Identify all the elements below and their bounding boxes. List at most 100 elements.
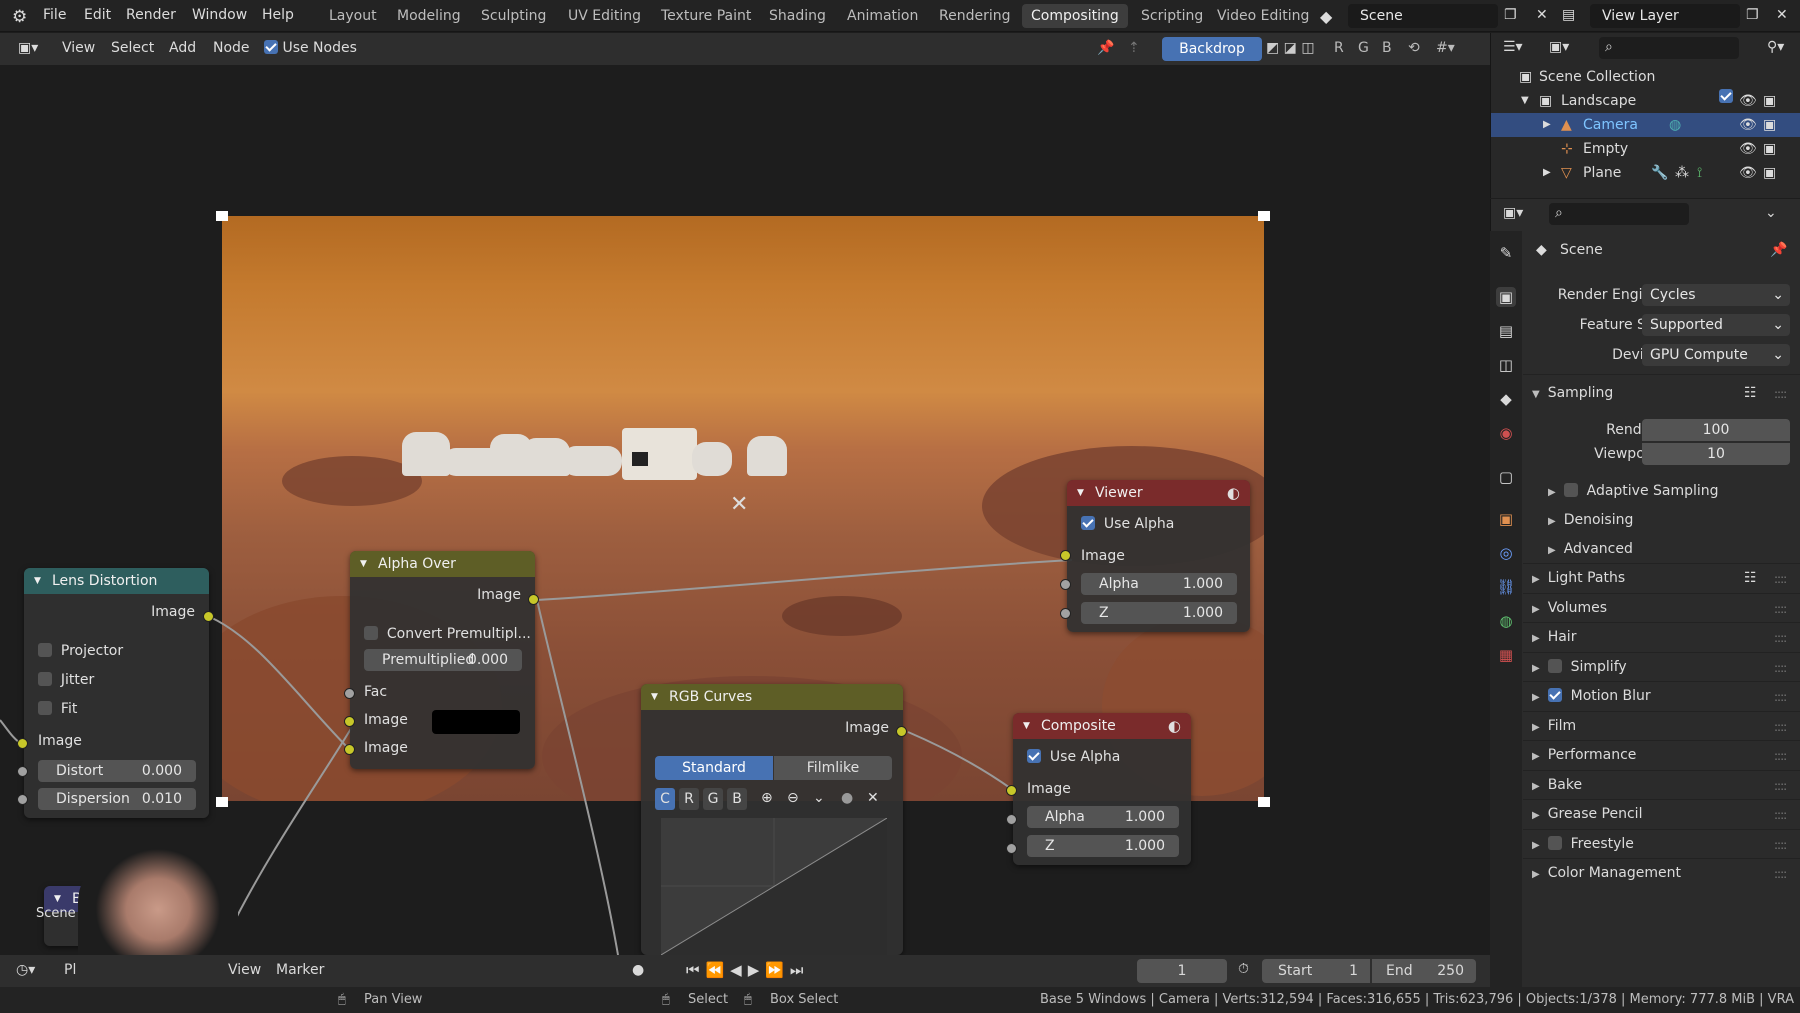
- vertex-groups-icon[interactable]: ⟟: [1697, 161, 1702, 185]
- outliner-item-plane[interactable]: ▶ ▽ Plane 🔧 ⁂ ⟟ 👁 ▣: [1491, 161, 1800, 185]
- socket-viewer-alpha[interactable]: [1060, 579, 1071, 590]
- filter-mode-icon[interactable]: ▣▾: [1549, 39, 1569, 55]
- node-header[interactable]: Lens Distortion: [24, 568, 209, 594]
- clipping-icon[interactable]: ●: [841, 790, 853, 806]
- panel-freestyle[interactable]: ▶ Freestyle: [1532, 836, 1634, 852]
- physics-tab-icon[interactable]: ◎: [1496, 543, 1516, 563]
- camera-render-icon[interactable]: ▣: [1763, 89, 1776, 113]
- viewport-samples-field[interactable]: 10: [1642, 443, 1790, 465]
- node-viewer[interactable]: Viewer ◐ Use Alpha Image Alpha1.000 Z1.0…: [1067, 480, 1250, 632]
- outliner-item-empty[interactable]: ⊹ Empty 👁 ▣: [1491, 137, 1800, 161]
- render-engine-dropdown[interactable]: Cycles ⌄: [1642, 284, 1790, 306]
- chevron-down-icon[interactable]: ⌄: [1765, 205, 1777, 221]
- render-samples-field[interactable]: 100: [1642, 419, 1790, 441]
- node-composite[interactable]: Composite ◐ Use Alpha Image Alpha1.000 Z…: [1013, 713, 1191, 865]
- distort-field[interactable]: Distort 0.000: [38, 760, 196, 782]
- convert-premultiplied-checkbox[interactable]: Convert Premultipl...: [364, 626, 531, 642]
- node-lens-distortion[interactable]: Lens Distortion Image Projector Jitter F…: [24, 568, 209, 818]
- socket-rgb-out[interactable]: [896, 726, 907, 737]
- alpha-field[interactable]: Alpha 1.000: [1081, 573, 1237, 595]
- standard-tab[interactable]: Standard: [655, 756, 773, 780]
- socket-viewer-z[interactable]: [1060, 608, 1071, 619]
- tool-tab-icon[interactable]: ✎: [1496, 243, 1516, 263]
- stopwatch-icon[interactable]: ⏱: [1238, 961, 1249, 977]
- panel-color-management[interactable]: ▶ Color Management: [1532, 865, 1681, 881]
- jitter-checkbox[interactable]: Jitter: [38, 672, 94, 688]
- menu-marker[interactable]: Marker: [276, 962, 324, 978]
- new-scene-icon[interactable]: ❐: [1504, 7, 1517, 23]
- editor-type-icon[interactable]: ▣▾: [1503, 205, 1523, 221]
- premultiplied-field[interactable]: Premultiplied 0.000: [364, 649, 522, 671]
- playback-menu[interactable]: Pl: [64, 962, 76, 978]
- camera-render-icon[interactable]: ▣: [1763, 137, 1776, 161]
- view-layer-field[interactable]: View Layer: [1590, 4, 1740, 28]
- panel-hair[interactable]: ▶ Hair: [1532, 629, 1576, 645]
- z-field[interactable]: Z 1.000: [1027, 835, 1179, 857]
- playback-controls-icon[interactable]: ⏮⏪◀▶⏩⏭: [686, 961, 809, 979]
- filmlike-tab[interactable]: Filmlike: [774, 756, 892, 780]
- socket-alpha-in2[interactable]: [344, 744, 355, 755]
- subpanel-adaptive[interactable]: ▶ Adaptive Sampling: [1548, 483, 1719, 499]
- object-tab-icon[interactable]: ▣: [1496, 509, 1516, 529]
- reset-icon[interactable]: ✕: [867, 790, 879, 806]
- start-frame-field[interactable]: Start 1: [1262, 959, 1370, 983]
- z-field[interactable]: Z 1.000: [1081, 602, 1237, 624]
- panel-simplify[interactable]: ▶ Simplify: [1532, 659, 1627, 675]
- camera-render-icon[interactable]: ▣: [1763, 113, 1776, 137]
- channel-b-button[interactable]: B: [727, 788, 747, 810]
- channel-c-button[interactable]: C: [655, 788, 675, 810]
- presets-icon[interactable]: ☷: [1744, 385, 1757, 401]
- socket-composite-z[interactable]: [1006, 843, 1017, 854]
- channel-r-button[interactable]: R: [679, 788, 699, 810]
- socket-viewer-image[interactable]: [1060, 550, 1071, 561]
- curve-graph[interactable]: [661, 818, 887, 955]
- socket-lens-in[interactable]: [17, 738, 28, 749]
- socket-dispersion[interactable]: [17, 794, 28, 805]
- view-layer-tab-icon[interactable]: ◫: [1496, 355, 1516, 375]
- color-swatch[interactable]: [432, 710, 520, 734]
- camera-data-icon[interactable]: ◍: [1669, 113, 1681, 137]
- texture-tab-icon[interactable]: ▦: [1496, 645, 1516, 665]
- zoom-in-icon[interactable]: ⊕: [761, 790, 773, 806]
- composite-toggle-icon[interactable]: ◐: [1168, 717, 1181, 735]
- panel-grease-pencil[interactable]: ▶ Grease Pencil: [1532, 806, 1642, 822]
- menu-view[interactable]: View: [228, 962, 261, 978]
- record-icon[interactable]: ●: [632, 962, 644, 978]
- end-frame-field[interactable]: End 250: [1372, 959, 1476, 983]
- channel-g-button[interactable]: G: [703, 788, 723, 810]
- node-header[interactable]: Alpha Over: [350, 551, 535, 577]
- socket-distort[interactable]: [17, 766, 28, 777]
- panel-light-paths[interactable]: ▶ Light Paths: [1532, 570, 1625, 586]
- socket-composite-alpha[interactable]: [1006, 814, 1017, 825]
- drag-handle-icon[interactable]: ::::: [1774, 387, 1792, 401]
- fit-checkbox[interactable]: Fit: [38, 701, 77, 717]
- node-header[interactable]: RGB Curves: [641, 684, 903, 710]
- camera-render-icon[interactable]: ▣: [1763, 161, 1776, 185]
- socket-alpha-in1[interactable]: [344, 716, 355, 727]
- feature-set-dropdown[interactable]: Supported ⌄: [1642, 314, 1790, 336]
- panel-performance[interactable]: ▶ Performance: [1532, 747, 1636, 763]
- socket-lens-out[interactable]: [203, 611, 214, 622]
- scene-tab-icon[interactable]: ◆: [1496, 389, 1516, 409]
- eye-icon[interactable]: 👁: [1739, 161, 1757, 185]
- chevron-down-icon[interactable]: ⌄: [813, 790, 825, 806]
- constraints-tab-icon[interactable]: ⛓: [1496, 577, 1516, 597]
- socket-alpha-out[interactable]: [528, 594, 539, 605]
- data-tab-icon[interactable]: ◍: [1496, 611, 1516, 631]
- outliner-scene-collection[interactable]: ▣ Scene Collection: [1491, 65, 1800, 89]
- zoom-out-icon[interactable]: ⊖: [787, 790, 799, 806]
- view-layer-icon[interactable]: ▤: [1562, 7, 1575, 23]
- socket-fac[interactable]: [344, 688, 355, 699]
- close-scene-icon[interactable]: ✕: [1536, 7, 1548, 23]
- eye-icon[interactable]: 👁: [1739, 113, 1757, 137]
- viewer-toggle-icon[interactable]: ◐: [1227, 484, 1240, 502]
- subpanel-advanced[interactable]: ▶ Advanced: [1548, 541, 1633, 557]
- particles-icon[interactable]: ⁂: [1675, 161, 1689, 185]
- alpha-field[interactable]: Alpha 1.000: [1027, 806, 1179, 828]
- pin-icon[interactable]: 📌: [1770, 242, 1787, 258]
- node-alpha-over[interactable]: Alpha Over Image Convert Premultipl... P…: [350, 551, 535, 769]
- outliner-item-camera[interactable]: ▶ ▲ Camera ◍ 👁 ▣: [1491, 113, 1800, 137]
- world-tab-icon[interactable]: ◉: [1496, 423, 1516, 443]
- output-tab-icon[interactable]: ▤: [1496, 321, 1516, 341]
- panel-bake[interactable]: ▶ Bake: [1532, 777, 1582, 793]
